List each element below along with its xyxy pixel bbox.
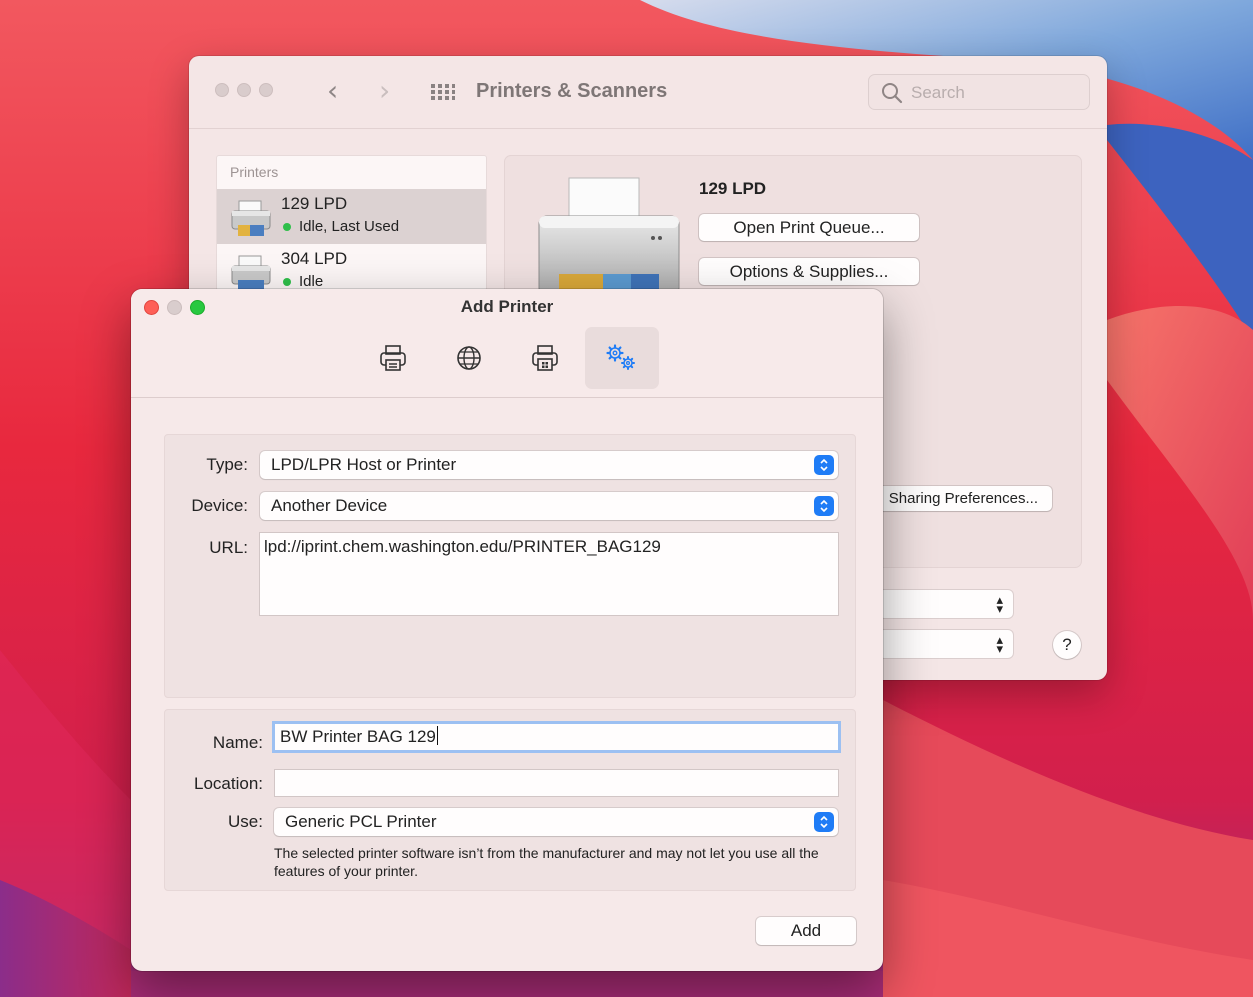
printers-scanners-titlebar: ‹ › Printers & Scanners Search — [189, 56, 1107, 129]
type-value: LPD/LPR Host or Printer — [271, 455, 457, 474]
zoom-button[interactable] — [259, 83, 273, 97]
url-value: lpd://iprint.chem.washington.edu/PRINTER… — [264, 537, 661, 556]
toolbar-default-button[interactable] — [356, 327, 430, 389]
driver-warning-note: The selected printer software isn’t from… — [274, 845, 819, 879]
type-label: Type: — [206, 455, 248, 474]
status-dot-icon — [283, 223, 291, 231]
window-title: Printers & Scanners — [476, 80, 668, 102]
help-button[interactable]: ? — [1053, 631, 1081, 659]
location-label: Location: — [194, 774, 263, 793]
minimize-button[interactable] — [237, 83, 251, 97]
text-caret — [436, 726, 438, 745]
device-value: Another Device — [271, 496, 388, 515]
default-paper-size-select[interactable]: ▴ ▾ — [879, 630, 1013, 658]
status-dot-icon — [283, 278, 291, 286]
printer-icon — [380, 345, 406, 371]
windows-printer-icon — [532, 345, 558, 371]
selected-printer-name: 129 LPD — [699, 179, 767, 198]
sharing-preferences-button[interactable]: Sharing Preferences... — [870, 486, 1052, 511]
printer-list-item[interactable]: 129 LPD Idle, Last Used — [217, 189, 486, 244]
toolbar-ip-button[interactable] — [432, 327, 506, 389]
location-field[interactable] — [275, 770, 838, 796]
chevron-updown-icon: ▴ ▾ — [996, 632, 1003, 656]
use-label: Use: — [228, 812, 263, 831]
printer-icon — [231, 200, 271, 236]
window-title: Add Printer — [460, 297, 554, 316]
device-select[interactable]: Another Device — [260, 492, 838, 520]
use-value: Generic PCL Printer — [285, 812, 437, 831]
show-all-grid-icon[interactable] — [430, 82, 456, 102]
chevron-updown-icon — [814, 455, 834, 475]
open-print-queue-button[interactable]: Open Print Queue... — [699, 214, 919, 241]
search-icon — [882, 83, 903, 104]
search-placeholder: Search — [911, 83, 965, 102]
printers-list-header: Printers — [230, 164, 279, 180]
back-arrow-icon[interactable]: ‹ — [327, 74, 338, 107]
printer-icon — [231, 255, 271, 290]
toolbar-advanced-button[interactable] — [585, 327, 659, 389]
device-label: Device: — [191, 496, 248, 515]
type-select[interactable]: LPD/LPR Host or Printer — [260, 451, 838, 479]
name-value: BW Printer BAG 129 — [280, 726, 438, 746]
url-label: URL: — [209, 538, 248, 557]
forward-arrow-icon[interactable]: › — [379, 74, 390, 107]
url-field[interactable]: lpd://iprint.chem.washington.edu/PRINTER… — [260, 533, 838, 615]
globe-icon — [457, 346, 481, 370]
chevron-updown-icon: ▴ ▾ — [996, 592, 1003, 616]
large-printer-icon — [538, 177, 680, 306]
options-supplies-button[interactable]: Options & Supplies... — [699, 258, 919, 285]
search-field[interactable]: Search — [868, 74, 1090, 110]
printer-list-item[interactable]: 304 LPD Idle — [217, 244, 486, 290]
add-button[interactable]: Add — [756, 917, 856, 945]
toolbar-windows-button[interactable] — [508, 327, 582, 389]
add-printer-window: Add Printer Type: LPD/LPR Host or Printe… — [131, 289, 883, 971]
add-printer-toolbar: Add Printer — [131, 289, 883, 398]
default-printer-select[interactable]: ▴ ▾ — [879, 590, 1013, 618]
printer-status: Idle, Last Used — [299, 218, 400, 235]
chevron-updown-icon — [814, 496, 834, 516]
name-field[interactable]: BW Printer BAG 129 — [275, 724, 838, 750]
gears-icon — [606, 344, 635, 370]
chevron-updown-icon — [814, 812, 834, 832]
window-controls — [215, 83, 273, 97]
name-label: Name: — [212, 733, 263, 752]
printer-name: 304 LPD — [281, 249, 348, 268]
printer-name: 129 LPD — [281, 194, 348, 213]
printer-status: Idle — [299, 273, 324, 290]
printers-list[interactable]: Printers 129 LPD Idle, Last Used 304 LPD — [216, 155, 487, 291]
use-select[interactable]: Generic PCL Printer — [274, 808, 838, 836]
close-button[interactable] — [215, 83, 229, 97]
